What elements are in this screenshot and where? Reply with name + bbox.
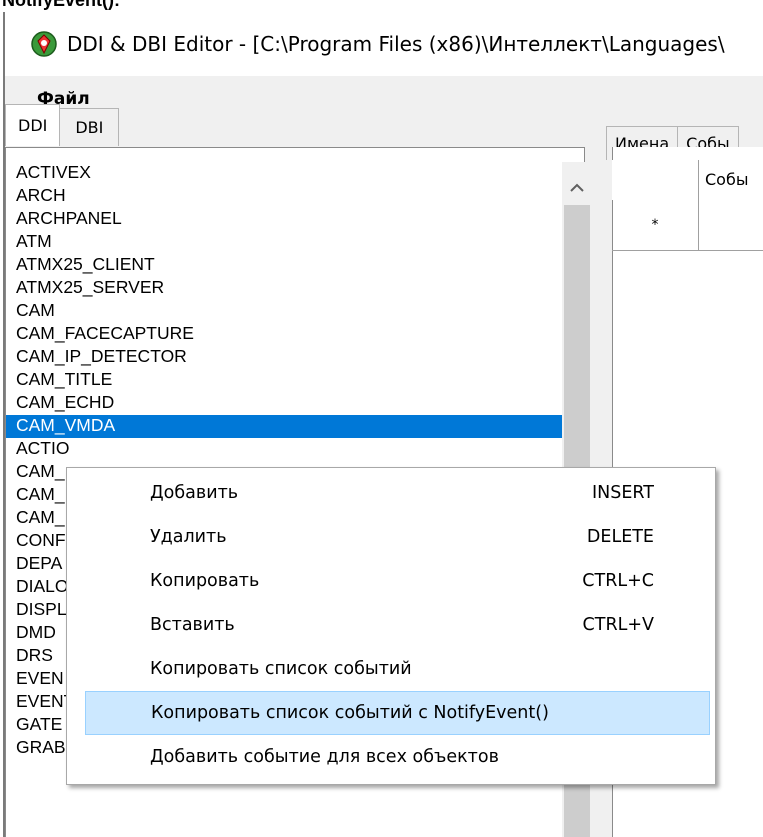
left-tab-strip: DDI DBI — [5, 104, 120, 148]
context-menu-item-label: Копировать список событий с NotifyEvent(… — [151, 703, 549, 723]
context-menu-item[interactable]: Вставить CTRL+V — [85, 603, 710, 647]
app-icon — [29, 29, 59, 59]
context-menu-item-label: Вставить — [150, 615, 235, 635]
context-menu-item-shortcut: CTRL+V — [582, 615, 654, 635]
list-item[interactable]: CAM_VMDA — [6, 415, 566, 438]
context-menu-item-shortcut: CTRL+C — [582, 571, 654, 591]
context-menu-item-shortcut: INSERT — [592, 483, 654, 503]
context-menu-item-label: Копировать — [150, 571, 260, 591]
context-menu-item[interactable]: Удалить DELETE — [85, 515, 710, 559]
new-row-marker: * — [612, 200, 699, 250]
context-menu-item[interactable]: Добавить событие для всех объектов — [85, 735, 710, 779]
grid-new-row[interactable]: * — [612, 200, 763, 251]
context-menu-item[interactable]: Копировать CTRL+C — [85, 559, 710, 603]
chevron-up-icon — [570, 183, 584, 192]
window-title: DDI & DBI Editor - [C:\Program Files (x8… — [67, 32, 725, 56]
scroll-up-button[interactable] — [562, 174, 592, 202]
grid-header: Собы — [612, 160, 763, 200]
grid-corner — [612, 160, 699, 200]
list-item[interactable]: ATMX25_SERVER — [6, 277, 566, 300]
context-menu-item[interactable]: Копировать список событий с NotifyEvent(… — [85, 691, 710, 735]
tab-dbi[interactable]: DBI — [59, 108, 120, 146]
context-menu-item-shortcut: DELETE — [586, 527, 654, 547]
list-item[interactable]: CAM_TITLE — [6, 369, 566, 392]
list-item[interactable]: CAM_IP_DETECTOR — [6, 346, 566, 369]
list-item[interactable]: ATM — [6, 231, 566, 254]
context-menu: Добавить INSERT Удалить DELETE Копировать CTR… — [66, 467, 716, 785]
context-menu-item-label: Копировать список событий — [150, 659, 412, 679]
page-caption: NotifyEvent(): — [2, 0, 120, 10]
list-item[interactable]: ATMX25_CLIENT — [6, 254, 566, 277]
list-item[interactable]: ACTIO — [6, 438, 566, 461]
list-item[interactable]: ARCH — [6, 185, 566, 208]
tab-ddi[interactable]: DDI — [5, 104, 61, 146]
context-menu-item[interactable]: Добавить INSERT — [85, 471, 710, 515]
title-bar[interactable]: DDI & DBI Editor - [C:\Program Files (x8… — [5, 12, 763, 76]
context-menu-item-label: Добавить событие для всех объектов — [150, 747, 499, 767]
grid-column-header[interactable]: Собы — [699, 160, 763, 200]
list-item[interactable]: CAM_ECHD — [6, 392, 566, 415]
context-menu-item[interactable]: Копировать список событий — [85, 647, 710, 691]
context-menu-item-label: Удалить — [150, 527, 227, 547]
context-menu-item-label: Добавить — [150, 483, 239, 503]
list-item[interactable]: ARCHPANEL — [6, 208, 566, 231]
list-item[interactable]: CAM — [6, 300, 566, 323]
list-item[interactable]: ACTIVEX — [6, 162, 566, 185]
list-item[interactable]: CAM_FACECAPTURE — [6, 323, 566, 346]
